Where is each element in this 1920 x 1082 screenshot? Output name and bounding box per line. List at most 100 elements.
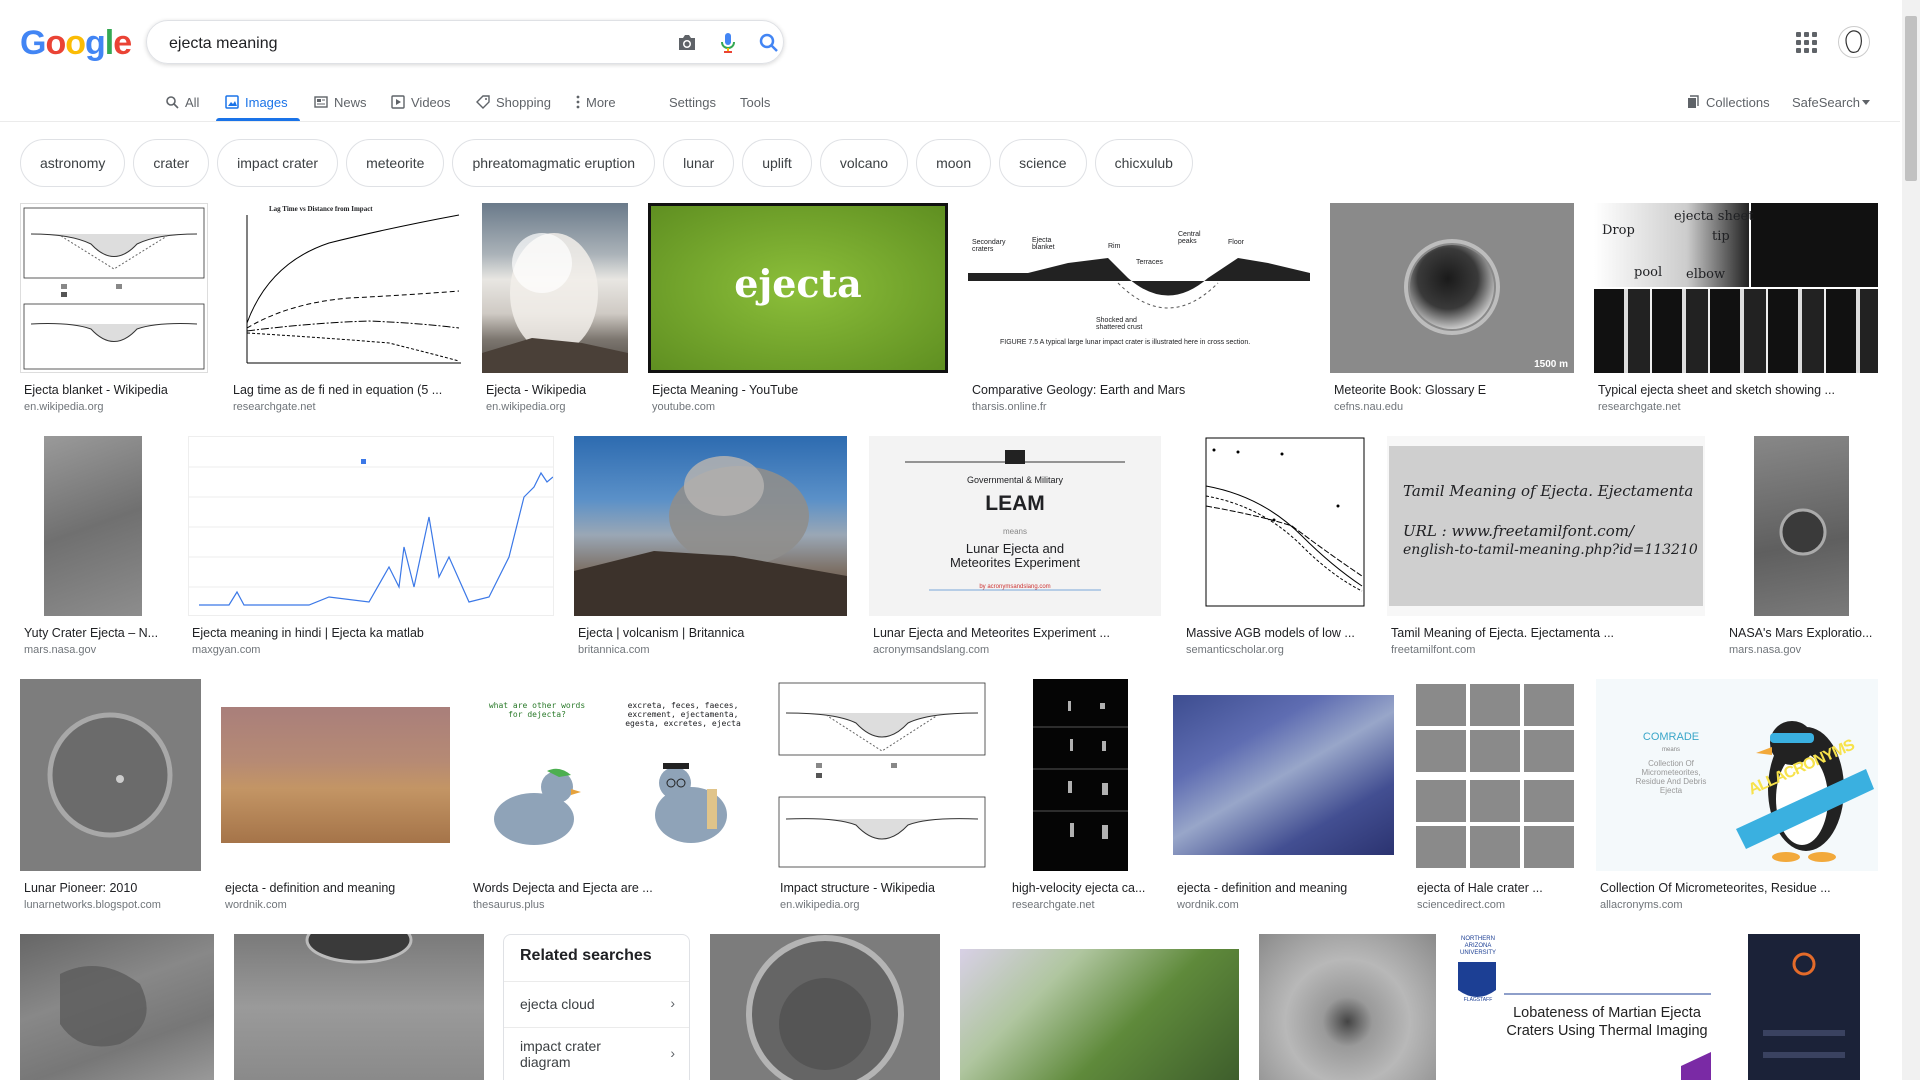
tab-label: Shopping <box>496 94 551 110</box>
result-thumbnail <box>20 934 214 1080</box>
chip[interactable]: lunar <box>663 139 735 187</box>
result-caption: high-velocity ejecta ca... <box>1012 881 1146 895</box>
image-result[interactable]: high-velocity ejecta ca... researchgate.… <box>1008 679 1153 915</box>
tab-images[interactable]: Images <box>225 90 288 114</box>
result-thumbnail <box>20 203 208 373</box>
chevron-right-icon: › <box>670 1045 675 1061</box>
apps-grid-icon[interactable] <box>1796 32 1818 54</box>
scale-label: 1500 m <box>1534 359 1568 370</box>
collections-button[interactable]: Collections <box>1686 90 1770 114</box>
image-result[interactable]: COMRADE means Collection Of Micrometeori… <box>1596 679 1878 915</box>
result-thumbnail: Governmental & Military LEAM means Lunar… <box>869 436 1161 616</box>
result-thumbnail <box>1725 436 1878 616</box>
image-result[interactable]: what are other words for dejecta? excret… <box>469 679 757 915</box>
thumbnail-text: LEAM <box>985 492 1045 515</box>
image-result[interactable]: Ejecta - Wikipedia en.wikipedia.org <box>482 203 628 418</box>
image-result[interactable]: 1500 m Meteorite Book: Glossary E cefns.… <box>1330 203 1574 418</box>
thumbnail-text: Governmental & Military <box>966 475 1064 485</box>
result-caption: Ejecta blanket - Wikipedia <box>24 383 168 397</box>
result-thumbnail: Secondary craters Ejecta blanket Rim Ter… <box>968 203 1310 373</box>
result-source: freetamilfont.com <box>1391 644 1476 656</box>
result-source: tharsis.online.fr <box>972 401 1047 413</box>
chip[interactable]: science <box>999 139 1087 187</box>
result-thumbnail <box>221 679 450 871</box>
chip[interactable]: impact crater <box>217 139 339 187</box>
related-searches-panel: Related searches ejecta cloud › impact c… <box>503 934 690 1080</box>
image-result[interactable]: Drop pool ejecta sheet tip elbow Typical… <box>1594 203 1878 418</box>
camera-icon[interactable] <box>675 31 699 55</box>
tab-shopping[interactable]: Shopping <box>476 90 551 114</box>
image-result[interactable]: ejecta - definition and meaning wordnik.… <box>1173 679 1394 915</box>
image-result[interactable]: NASA's Mars Exploratio... mars.nasa.gov <box>1725 436 1878 661</box>
result-source: semanticscholar.org <box>1186 644 1284 656</box>
tab-label: Tools <box>740 94 771 110</box>
tab-label: News <box>334 94 367 110</box>
related-search-item[interactable]: ejecta cloud › <box>504 981 689 1028</box>
image-result[interactable]: ejecta Ejecta Meaning - YouTube youtube.… <box>648 203 948 418</box>
google-logo[interactable]: Google <box>20 24 132 63</box>
image-result[interactable]: Lunar Pioneer: 2010 lunarnetworks.blogsp… <box>20 679 201 915</box>
safesearch-dropdown[interactable]: SafeSearch <box>1792 90 1870 114</box>
result-thumbnail: COMRADE means Collection Of Micrometeori… <box>1596 679 1878 871</box>
tab-settings[interactable]: Settings <box>669 90 716 114</box>
tab-more[interactable]: More <box>576 90 616 114</box>
thumbnail-text: URL : www.freetamilfont.com/ <box>1403 522 1635 540</box>
image-result[interactable]: Yuty Crater Ejecta – N... mars.nasa.gov <box>20 436 168 661</box>
image-result[interactable]: Ejecta meaning in hindi | Ejecta ka matl… <box>188 436 554 661</box>
result-thumbnail <box>1008 679 1153 871</box>
chip[interactable]: moon <box>916 139 992 187</box>
thumbnail-text: Lobateness of Martian Ejecta Craters Usi… <box>1506 1005 1708 1039</box>
tab-all[interactable]: All <box>166 90 199 114</box>
chip[interactable]: crater <box>133 139 210 187</box>
image-result[interactable]: Tamil Meaning of Ejecta. Ejectamenta URL… <box>1387 436 1705 661</box>
result-source: maxgyan.com <box>192 644 261 656</box>
image-result[interactable]: ejecta of Hale crater ... sciencedirect.… <box>1413 679 1577 915</box>
result-thumbnail: what are other words for dejecta? excret… <box>469 679 757 871</box>
image-result[interactable]: Lag Time vs Distance from Impact Lag tim… <box>229 203 463 418</box>
microphone-icon[interactable] <box>716 31 740 55</box>
thumbnail-text: english-to-tamil-meaning.php?id=113210 <box>1403 542 1698 558</box>
chip[interactable]: phreatomagmatic eruption <box>452 139 656 187</box>
chip[interactable]: meteorite <box>346 139 445 187</box>
result-caption: Comparative Geology: Earth and Mars <box>972 383 1186 397</box>
chip[interactable]: astronomy <box>20 139 126 187</box>
logo-letter: G <box>20 24 46 62</box>
result-caption: Typical ejecta sheet and sketch showing … <box>1598 383 1835 397</box>
search-input[interactable] <box>167 31 631 57</box>
related-search-item[interactable]: impact crater diagram › <box>504 1027 689 1082</box>
result-thumbnail: ejecta <box>648 203 948 373</box>
image-result[interactable]: ejecta - definition and meaning wordnik.… <box>221 679 450 915</box>
chip[interactable]: uplift <box>742 139 812 187</box>
image-result[interactable]: Impact structure - Wikipedia en.wikipedi… <box>776 679 988 915</box>
result-source: cefns.nau.edu <box>1334 401 1404 413</box>
account-avatar[interactable] <box>1838 26 1870 58</box>
thumbnail-text: NORTHERN ARIZONA UNIVERSITY <box>1459 936 1496 956</box>
tab-label: All <box>185 94 200 110</box>
image-result[interactable]: Secondary craters Ejecta blanket Rim Ter… <box>968 203 1310 418</box>
search-icon[interactable] <box>757 31 781 55</box>
thumbnail-label: tip <box>1712 229 1730 244</box>
scrollbar-thumb[interactable] <box>1905 16 1917 181</box>
tab-videos[interactable]: Videos <box>391 90 451 114</box>
chip[interactable]: chicxulub <box>1094 139 1193 187</box>
image-result[interactable]: NORTHERN ARIZONA UNIVERSITY FLAGSTAFF Lo… <box>1456 934 1713 1080</box>
result-caption: Ejecta - Wikipedia <box>486 383 587 397</box>
image-result[interactable]: Ejecta blanket - Wikipedia en.wikipedia.… <box>20 203 208 418</box>
image-result[interactable] <box>234 934 484 1080</box>
result-source: sciencedirect.com <box>1417 899 1506 911</box>
chip[interactable]: volcano <box>819 139 909 187</box>
image-result[interactable] <box>20 934 214 1080</box>
image-result[interactable]: Governmental & Military LEAM means Lunar… <box>869 436 1161 661</box>
result-thumbnail: Drop pool ejecta sheet tip elbow <box>1594 203 1878 373</box>
chevron-right-icon: › <box>670 995 675 1011</box>
image-result[interactable] <box>960 934 1239 1080</box>
tab-news[interactable]: News <box>314 90 367 114</box>
image-result[interactable]: Ejecta | volcanism | Britannica britanni… <box>574 436 847 661</box>
tab-label: SafeSearch <box>1792 94 1860 110</box>
image-result[interactable] <box>1259 934 1436 1080</box>
thumbnail-label: pool <box>1634 265 1663 280</box>
image-result[interactable] <box>1733 934 1878 1080</box>
tab-tools[interactable]: Tools <box>740 90 770 114</box>
image-result[interactable] <box>710 934 940 1080</box>
image-result[interactable]: Massive AGB models of low ... semanticsc… <box>1182 436 1366 661</box>
